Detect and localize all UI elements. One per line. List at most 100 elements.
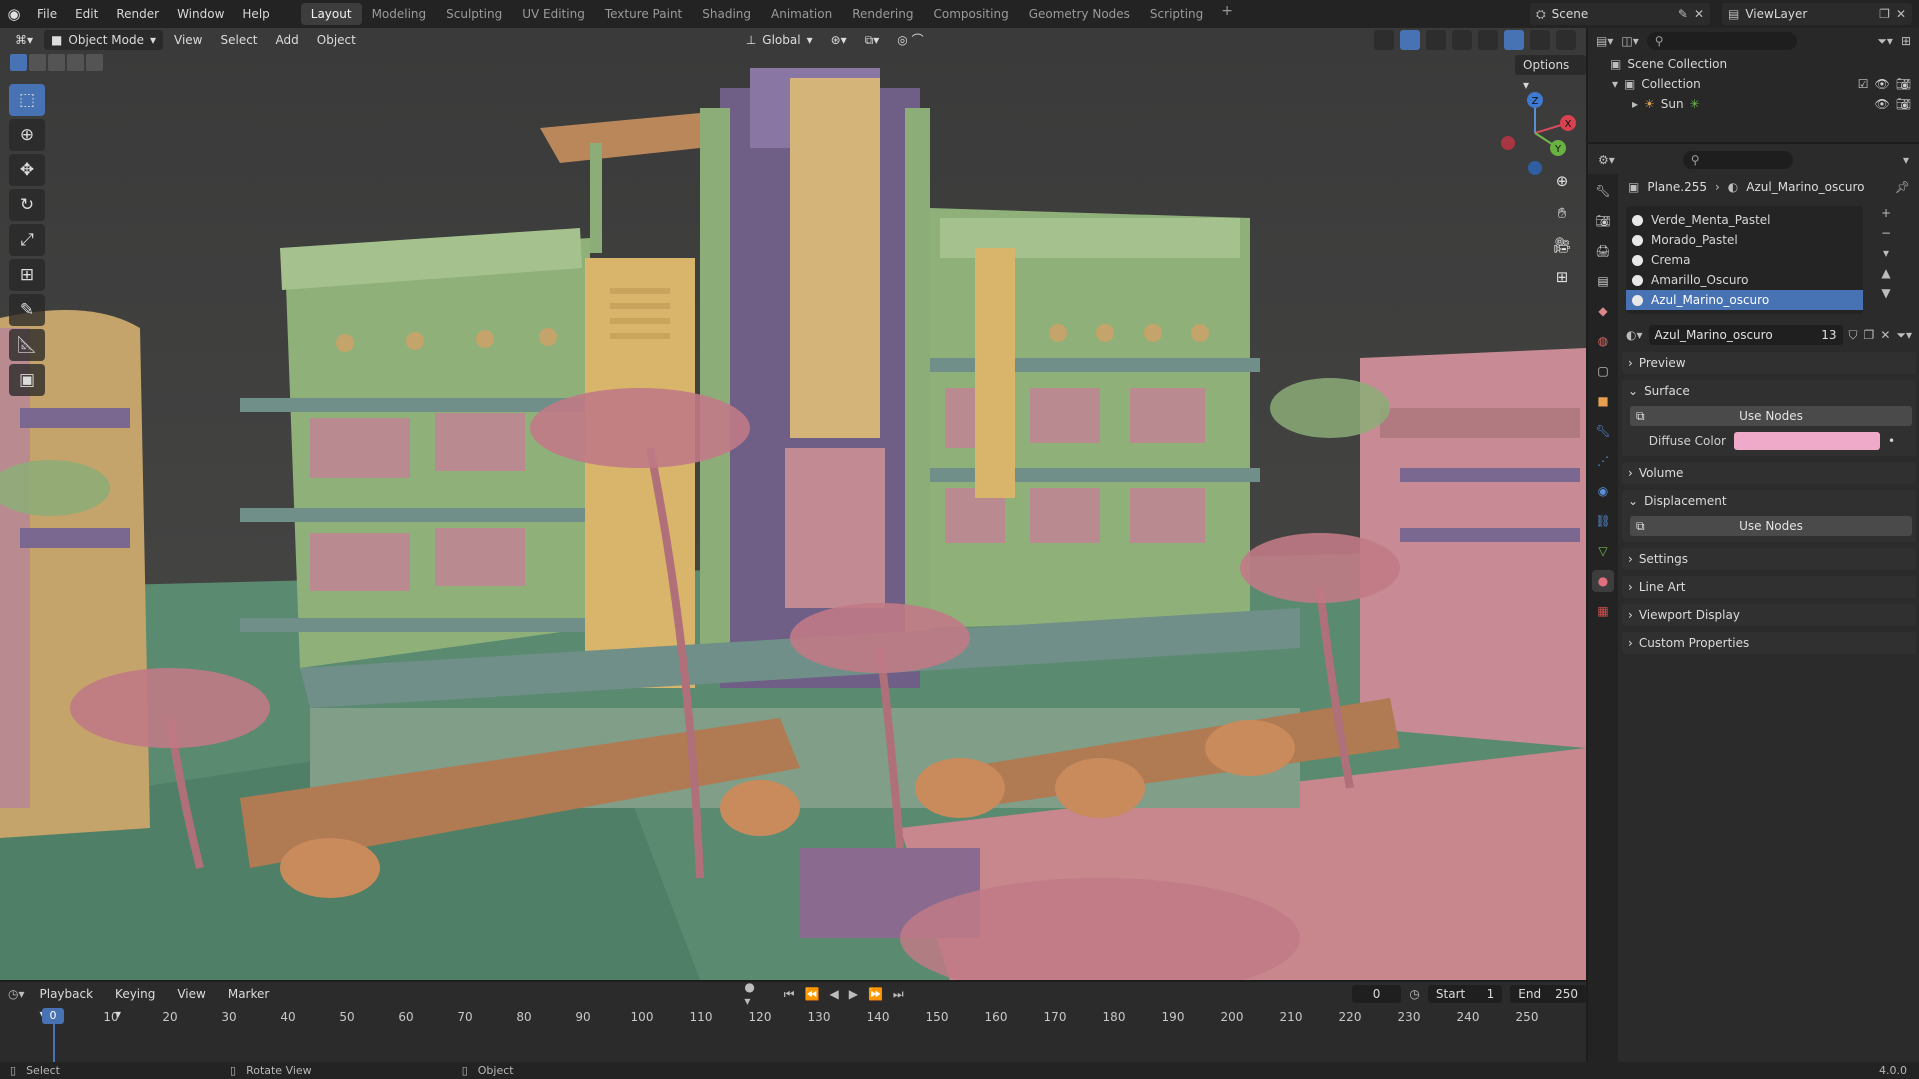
checkbox-icon[interactable]: ☑	[1858, 77, 1869, 91]
surface-panel-header[interactable]: ⌄ Surface	[1622, 380, 1916, 402]
camera-icon[interactable]: 📷︎	[1896, 97, 1911, 111]
jump-start-icon[interactable]: ⏮	[784, 987, 795, 1002]
menu-keying[interactable]: Keying ▾	[108, 984, 162, 1021]
new-collection-icon[interactable]: ⊞	[1901, 34, 1911, 48]
properties-search-input[interactable]: ⚲	[1682, 151, 1793, 169]
measure-tool-icon[interactable]: 📐︎	[9, 329, 45, 361]
add-cube-tool-icon[interactable]: ▣	[9, 364, 45, 396]
start-frame-field[interactable]: Start 1	[1427, 985, 1503, 1003]
cursor-tool-icon[interactable]: ⊕	[9, 119, 45, 151]
gizmo-toggle-icon[interactable]	[1400, 30, 1420, 50]
data-tab-icon[interactable]: ▽	[1592, 540, 1614, 562]
tab-compositing[interactable]: Compositing	[923, 3, 1018, 25]
copy-icon[interactable]: ❐	[1879, 7, 1890, 21]
select-intersect-icon[interactable]	[86, 54, 103, 71]
close-icon[interactable]: ✕	[1694, 7, 1704, 21]
displacement-panel-header[interactable]: ⌄ Displacement	[1622, 490, 1916, 512]
gizmo-neg-x-axis[interactable]	[1501, 136, 1515, 150]
camera-icon[interactable]: 📷︎	[1896, 77, 1911, 91]
playhead-frame-badge[interactable]: 0	[42, 1008, 64, 1024]
tab-shading[interactable]: Shading	[692, 3, 761, 25]
move-tool-icon[interactable]: ✥	[9, 154, 45, 186]
material-name-field[interactable]: Azul_Marino_oscuro 13	[1648, 325, 1843, 345]
transform-orientation[interactable]: ⊥ Global ▾	[739, 30, 820, 50]
settings-panel[interactable]: › Settings	[1622, 548, 1916, 570]
editor-type-icon[interactable]: ⚙▾	[1598, 153, 1615, 167]
current-frame-field[interactable]: 0	[1351, 985, 1402, 1003]
clock-icon[interactable]: ◷	[1409, 987, 1419, 1001]
scene-selector[interactable]: ⛭ Scene ✎ ✕	[1530, 3, 1710, 25]
world-tab-icon[interactable]: ◍	[1592, 330, 1614, 352]
select-extend-icon[interactable]	[29, 54, 46, 71]
menu-object[interactable]: Object	[310, 30, 363, 50]
select-new-icon[interactable]	[10, 54, 27, 71]
transform-tool-icon[interactable]: ⊞	[9, 259, 45, 291]
filter-icon[interactable]: ⏷▾	[1877, 34, 1893, 49]
modifier-tab-icon[interactable]: 🔧︎	[1592, 420, 1614, 442]
editor-type-icon[interactable]: ⌘▾	[8, 30, 40, 50]
record-icon[interactable]: ● ▾	[744, 980, 755, 1008]
tab-layout[interactable]: Layout	[300, 3, 362, 25]
mode-selector[interactable]: ■ Object Mode ▾	[44, 30, 163, 50]
pan-hand-icon[interactable]: ✋︎	[1549, 200, 1575, 226]
chevron-down-icon[interactable]: ▾	[1903, 153, 1909, 167]
menu-view[interactable]: View	[167, 30, 209, 50]
pivot-icon[interactable]: ⊛▾	[824, 30, 854, 50]
close-icon[interactable]: ✕	[1896, 7, 1906, 21]
render-tab-icon[interactable]: 📷︎	[1592, 210, 1614, 232]
view-layer-selector[interactable]: ▤ ViewLayer ❐ ✕	[1722, 3, 1912, 25]
pin-icon[interactable]: 📌︎	[1895, 180, 1910, 194]
gizmo-neg-z-axis[interactable]	[1528, 161, 1542, 175]
tab-scripting[interactable]: Scripting	[1140, 3, 1213, 25]
visibility-icon[interactable]	[1374, 30, 1394, 50]
duplicate-icon[interactable]: ❐	[1864, 328, 1875, 342]
rendered-shading-icon[interactable]	[1556, 30, 1576, 50]
move-down-icon[interactable]: ▼	[1881, 286, 1891, 300]
constraints-tab-icon[interactable]: ⛓︎	[1592, 510, 1614, 532]
preview-panel[interactable]: › Preview	[1622, 352, 1916, 374]
line-art-panel[interactable]: › Line Art	[1622, 576, 1916, 598]
xray-icon[interactable]	[1452, 30, 1472, 50]
editor-type-icon[interactable]: ◷▾	[8, 987, 25, 1001]
eye-icon[interactable]: 👁︎	[1875, 97, 1890, 111]
filter-icon[interactable]: ⏷▾	[1896, 328, 1912, 343]
menu-select[interactable]: Select	[213, 30, 264, 50]
navigation-gizmo[interactable]: Z X Y	[1490, 88, 1580, 178]
collection-tab-icon[interactable]: ▢	[1592, 360, 1614, 382]
object-tab-icon[interactable]: ■	[1592, 390, 1614, 412]
menu-add[interactable]: Add	[269, 30, 306, 50]
add-slot-icon[interactable]: +	[1881, 206, 1891, 220]
play-reverse-icon[interactable]: ◀	[830, 987, 839, 1001]
remove-slot-icon[interactable]: −	[1881, 226, 1891, 240]
chevron-down-icon[interactable]: ▾	[1881, 246, 1891, 260]
select-subtract-icon[interactable]	[48, 54, 65, 71]
custom-properties-panel[interactable]: › Custom Properties	[1622, 632, 1916, 654]
proportional-edit-icon[interactable]: ◎ ⌒	[890, 30, 930, 50]
menu-help[interactable]: Help	[233, 3, 278, 25]
move-up-icon[interactable]: ▲	[1881, 266, 1891, 280]
output-tab-icon[interactable]: 🖨︎	[1592, 240, 1614, 262]
fake-user-icon[interactable]: ⛉	[1849, 328, 1858, 343]
volume-panel[interactable]: › Volume	[1622, 462, 1916, 484]
material-slot[interactable]: Crema	[1626, 250, 1863, 270]
outliner-row-collection[interactable]: ▾ ▣ Collection ☑ 👁︎ 📷︎	[1588, 74, 1919, 94]
pin-icon[interactable]: ✎	[1678, 7, 1688, 21]
menu-timeline-view[interactable]: View	[170, 984, 212, 1004]
tool-tab-icon[interactable]: 🔧︎	[1592, 180, 1614, 202]
zoom-icon[interactable]: ⊕	[1549, 168, 1575, 194]
annotate-tool-icon[interactable]: ✎	[9, 294, 45, 326]
next-key-icon[interactable]: ⏩	[868, 987, 883, 1001]
material-browse-icon[interactable]: ◐▾	[1626, 328, 1643, 342]
material-slot[interactable]: Morado_Pastel	[1626, 230, 1863, 250]
tab-rendering[interactable]: Rendering	[842, 3, 923, 25]
tab-animation[interactable]: Animation	[761, 3, 842, 25]
particles-tab-icon[interactable]: ⋰	[1592, 450, 1614, 472]
play-icon[interactable]: ▶	[849, 987, 858, 1001]
material-users-count[interactable]: 13	[1821, 325, 1836, 345]
camera-view-icon[interactable]: 🎥︎	[1549, 232, 1575, 258]
rotate-tool-icon[interactable]: ↻	[9, 189, 45, 221]
menu-render[interactable]: Render	[107, 3, 168, 25]
snap-icon[interactable]: ⧉▾	[858, 30, 887, 50]
use-nodes-button-2[interactable]: ⧉ Use Nodes	[1630, 516, 1912, 536]
menu-file[interactable]: File	[28, 3, 66, 25]
